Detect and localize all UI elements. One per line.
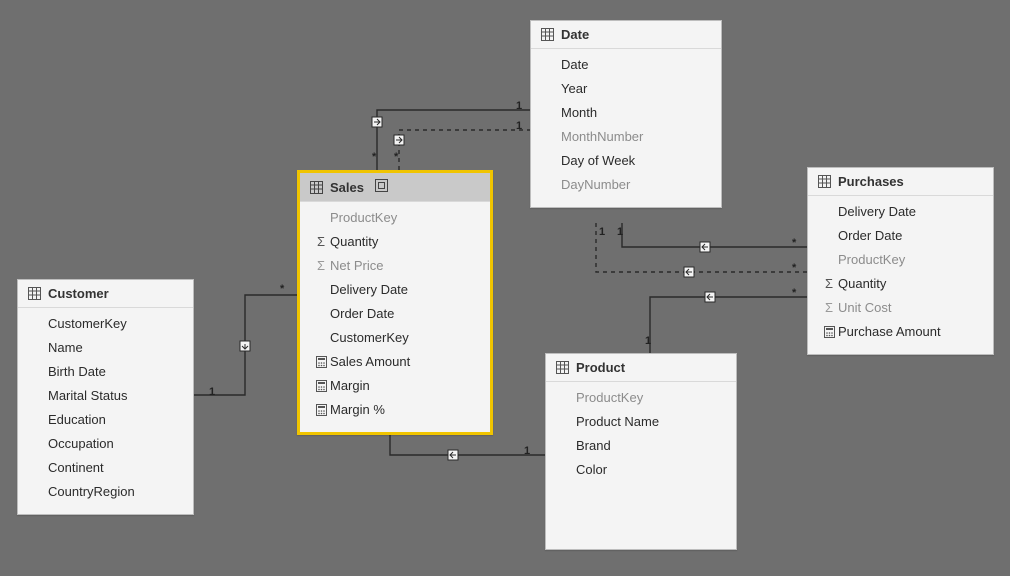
field-row[interactable]: Occupation <box>18 432 193 456</box>
card-label: * <box>792 287 796 299</box>
card-label: * <box>280 283 284 295</box>
table-icon <box>556 361 569 374</box>
field-row[interactable]: Delivery Date <box>300 278 490 302</box>
field-row[interactable]: DayNumber <box>531 173 721 197</box>
table-sales[interactable]: Sales ProductKey ΣQuantity ΣNet Price De… <box>297 170 493 435</box>
card-label: 1 <box>516 120 522 132</box>
table-icon <box>818 175 831 188</box>
fields-list: CustomerKey Name Birth Date Marital Stat… <box>18 308 193 514</box>
field-row[interactable]: Product Name <box>546 410 736 434</box>
field-row[interactable]: Delivery Date <box>808 200 993 224</box>
field-row[interactable]: ProductKey <box>546 386 736 410</box>
calc-icon <box>312 404 330 416</box>
fields-list: Date Year Month MonthNumber Day of Week … <box>531 49 721 207</box>
field-row[interactable]: Brand <box>546 434 736 458</box>
card-label: 1 <box>599 226 605 238</box>
fields-list: Delivery Date Order Date ProductKey ΣQua… <box>808 196 993 354</box>
calc-icon <box>312 380 330 392</box>
table-title: Product <box>576 360 625 375</box>
field-row[interactable]: Margin % <box>300 398 490 422</box>
table-header[interactable]: Customer <box>18 280 193 308</box>
focus-icon[interactable] <box>375 179 388 195</box>
table-icon <box>310 181 323 194</box>
fields-list: ProductKey Product Name Brand Color <box>546 382 736 492</box>
field-row[interactable]: Marital Status <box>18 384 193 408</box>
field-row[interactable]: Color <box>546 458 736 482</box>
sigma-icon: Σ <box>820 275 838 293</box>
field-row[interactable]: CountryRegion <box>18 480 193 504</box>
table-title: Sales <box>330 180 364 195</box>
card-label: 1 <box>209 386 215 398</box>
card-label: 1 <box>617 226 623 238</box>
table-header[interactable]: Sales <box>300 173 490 202</box>
table-customer[interactable]: Customer CustomerKey Name Birth Date Mar… <box>17 279 194 515</box>
field-row[interactable]: ProductKey <box>808 248 993 272</box>
card-label: * <box>792 237 796 249</box>
table-product[interactable]: Product ProductKey Product Name Brand Co… <box>545 353 737 550</box>
field-row[interactable]: ProductKey <box>300 206 490 230</box>
table-title: Purchases <box>838 174 904 189</box>
card-label: 1 <box>524 445 530 457</box>
table-icon <box>541 28 554 41</box>
field-row[interactable]: Order Date <box>808 224 993 248</box>
table-header[interactable]: Product <box>546 354 736 382</box>
card-label: * <box>792 262 796 274</box>
sigma-icon: Σ <box>312 233 330 251</box>
card-label: 1 <box>516 100 522 112</box>
field-row[interactable]: ΣUnit Cost <box>808 296 993 320</box>
calc-icon <box>820 326 838 338</box>
field-row[interactable]: Order Date <box>300 302 490 326</box>
sigma-icon: Σ <box>312 257 330 275</box>
table-header[interactable]: Purchases <box>808 168 993 196</box>
field-row[interactable]: ΣQuantity <box>300 230 490 254</box>
fields-list: ProductKey ΣQuantity ΣNet Price Delivery… <box>300 202 490 432</box>
field-row[interactable]: CustomerKey <box>300 326 490 350</box>
table-date[interactable]: Date Date Year Month MonthNumber Day of … <box>530 20 722 208</box>
field-row[interactable]: Purchase Amount <box>808 320 993 344</box>
calc-icon <box>312 356 330 368</box>
field-row[interactable]: ΣQuantity <box>808 272 993 296</box>
table-purchases[interactable]: Purchases Delivery Date Order Date Produ… <box>807 167 994 355</box>
table-header[interactable]: Date <box>531 21 721 49</box>
field-row[interactable]: MonthNumber <box>531 125 721 149</box>
field-row[interactable]: Year <box>531 77 721 101</box>
table-title: Date <box>561 27 589 42</box>
field-row[interactable]: Education <box>18 408 193 432</box>
field-row[interactable]: Continent <box>18 456 193 480</box>
field-row[interactable]: Sales Amount <box>300 350 490 374</box>
card-label: * <box>372 151 376 163</box>
field-row[interactable]: Month <box>531 101 721 125</box>
card-label: 1 <box>645 335 651 347</box>
table-title: Customer <box>48 286 109 301</box>
table-icon <box>28 287 41 300</box>
field-row[interactable]: CustomerKey <box>18 312 193 336</box>
field-row[interactable]: Date <box>531 53 721 77</box>
field-row[interactable]: Day of Week <box>531 149 721 173</box>
field-row[interactable]: Name <box>18 336 193 360</box>
field-row[interactable]: Birth Date <box>18 360 193 384</box>
card-label: * <box>394 151 398 163</box>
field-row[interactable]: ΣNet Price <box>300 254 490 278</box>
field-row[interactable]: Margin <box>300 374 490 398</box>
sigma-icon: Σ <box>820 299 838 317</box>
